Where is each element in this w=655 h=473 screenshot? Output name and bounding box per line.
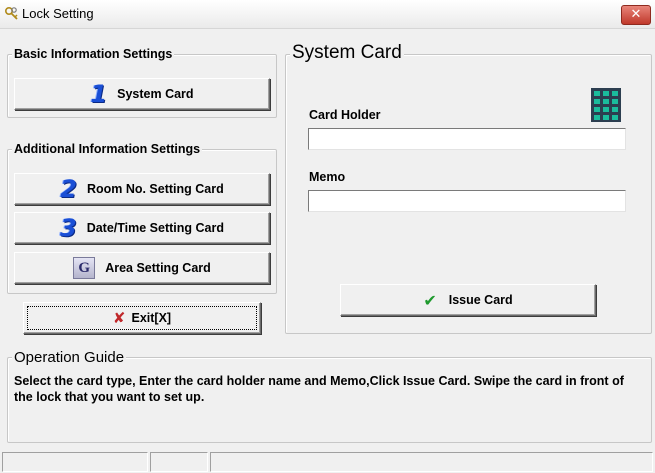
number-one-icon: 1 — [90, 80, 108, 108]
area-g-icon: G — [73, 257, 96, 279]
date-time-setting-card-button[interactable]: 3 Date/Time Setting Card — [14, 212, 270, 244]
operation-guide-text: Select the card type, Enter the card hol… — [14, 374, 624, 404]
area-setting-card-button[interactable]: G Area Setting Card — [14, 252, 270, 284]
status-pane-1 — [2, 452, 148, 472]
status-pane-2 — [150, 452, 208, 472]
keypad-icon — [591, 88, 621, 122]
room-no-setting-card-button[interactable]: 2 Room No. Setting Card — [14, 173, 270, 205]
exit-label: Exit[X] — [131, 311, 172, 325]
system-card-label: System Card — [117, 87, 194, 101]
issue-card-label: Issue Card — [448, 293, 513, 307]
area-setting-card-label: Area Setting Card — [105, 261, 211, 275]
additional-information-title: Additional Information Settings — [12, 142, 203, 156]
basic-information-title: Basic Information Settings — [12, 47, 175, 61]
exit-icon: ✘ — [112, 309, 126, 327]
system-card-button[interactable]: 1 System Card — [14, 78, 270, 110]
close-button[interactable]: ✕ — [621, 5, 651, 25]
card-holder-label: Card Holder — [309, 108, 381, 122]
status-pane-3 — [210, 452, 653, 472]
title-bar[interactable]: Lock Setting ✕ — [0, 0, 655, 29]
issue-card-button[interactable]: ✔ Issue Card — [340, 284, 596, 316]
room-no-setting-card-label: Room No. Setting Card — [86, 182, 224, 196]
memo-label: Memo — [309, 170, 346, 184]
keys-icon — [4, 6, 18, 20]
exit-button[interactable]: ✘ Exit[X] — [23, 302, 261, 334]
number-two-icon: 2 — [60, 175, 77, 203]
checkmark-icon: ✔ — [423, 290, 437, 310]
system-card-panel-title: System Card — [290, 42, 404, 64]
close-icon: ✕ — [630, 7, 642, 22]
memo-input[interactable] — [308, 190, 626, 212]
status-bar — [0, 452, 655, 473]
window-title: Lock Setting — [22, 6, 94, 21]
number-three-icon: 3 — [59, 214, 77, 242]
card-holder-input[interactable] — [308, 128, 626, 150]
lock-setting-window: Lock Setting ✕ Basic Information Setting… — [0, 0, 655, 473]
operation-guide-title: Operation Guide — [12, 349, 127, 366]
date-time-setting-card-label: Date/Time Setting Card — [86, 221, 224, 235]
